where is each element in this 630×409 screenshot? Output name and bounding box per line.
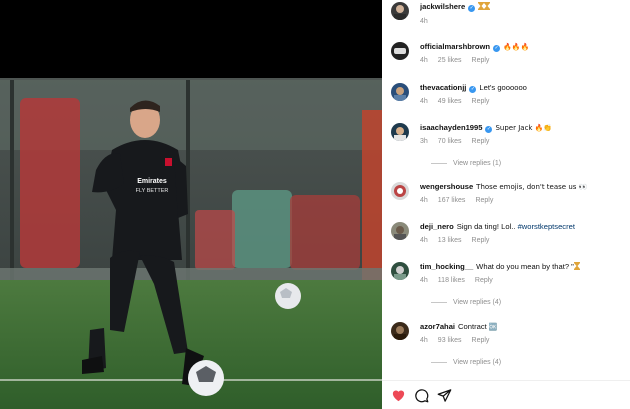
view-replies-label: View replies (4) bbox=[453, 359, 502, 366]
avatar[interactable] bbox=[391, 262, 409, 280]
comment: isaachayden1995 ✓ Super Jack 🔥👏 3h 70 likes… bbox=[391, 123, 623, 171]
comment-text: What do you mean by that? " bbox=[476, 262, 574, 271]
avatar[interactable] bbox=[391, 2, 409, 20]
comment: azor7ahai Contract 🆗 4h 93 likes Reply View… bbox=[391, 322, 623, 370]
view-replies-button[interactable]: View replies (4) bbox=[431, 299, 501, 306]
comment-time: 4h bbox=[420, 237, 428, 244]
comment-text: Super Jack 🔥👏 bbox=[495, 124, 553, 132]
avatar[interactable] bbox=[391, 123, 409, 141]
comments-panel: jackwilshere ✓ 4h officialmarshbrown ✓ 🔥🔥🔥 … bbox=[382, 0, 630, 409]
comment-text: Those emojis, don't tease us 👀 bbox=[476, 183, 588, 191]
comments-list[interactable]: jackwilshere ✓ 4h officialmarshbrown ✓ 🔥🔥🔥 … bbox=[382, 0, 630, 380]
comment-time: 4h bbox=[420, 98, 428, 105]
avatar[interactable] bbox=[391, 222, 409, 240]
svg-text:Emirates: Emirates bbox=[137, 178, 167, 185]
view-replies-label: View replies (1) bbox=[453, 160, 502, 167]
comment: wengershouse Those emojis, don't tease us… bbox=[391, 182, 623, 212]
reply-button[interactable]: Reply bbox=[475, 277, 493, 284]
comment-likes[interactable]: 49 likes bbox=[438, 98, 462, 105]
reply-button[interactable]: Reply bbox=[472, 57, 490, 64]
paper-plane-icon[interactable] bbox=[437, 388, 452, 403]
ok-badge-icon: 🆗 bbox=[488, 323, 498, 331]
avatar[interactable] bbox=[391, 83, 409, 101]
comment-time: 4h bbox=[420, 277, 428, 284]
verified-icon: ✓ bbox=[485, 126, 493, 133]
comment-username[interactable]: wengershouse bbox=[420, 182, 473, 191]
comment-username[interactable]: azor7ahai bbox=[420, 322, 455, 331]
post-caption: jackwilshere ✓ 4h bbox=[391, 2, 623, 30]
view-replies-button[interactable]: View replies (4) bbox=[431, 359, 501, 366]
comment-time: 4h bbox=[420, 57, 428, 64]
reply-button[interactable]: Reply bbox=[472, 237, 490, 244]
comment-time: 4h bbox=[420, 197, 428, 204]
avatar[interactable] bbox=[391, 42, 409, 60]
hourglass-icon bbox=[478, 2, 491, 11]
comment-likes[interactable]: 167 likes bbox=[438, 197, 466, 204]
comment: deji_nero Sign da ting! Lol.. #worstkepts… bbox=[391, 222, 623, 252]
comment-time: 4h bbox=[420, 337, 428, 344]
training-photo: Emirates FLY BETTER bbox=[0, 0, 382, 409]
comment: thevacationjj ✓ Let's goooooo 4h 49 likes Re… bbox=[391, 83, 623, 113]
comment-likes[interactable]: 70 likes bbox=[438, 138, 462, 145]
hourglass-icon bbox=[573, 262, 580, 271]
comment-text: Contract bbox=[458, 322, 489, 331]
comment-username[interactable]: officialmarshbrown bbox=[420, 42, 490, 51]
svg-text:FLY BETTER: FLY BETTER bbox=[136, 188, 169, 194]
caption-time: 4h bbox=[420, 18, 428, 25]
reply-button[interactable]: Reply bbox=[472, 138, 490, 145]
comment-likes[interactable]: 118 likes bbox=[438, 277, 465, 284]
hashtag-link[interactable]: #worstkeptsecret bbox=[518, 222, 575, 231]
action-bar bbox=[382, 380, 630, 409]
comment-text: Let's goooooo bbox=[479, 83, 527, 92]
avatar[interactable] bbox=[391, 322, 409, 340]
avatar[interactable] bbox=[391, 182, 409, 200]
verified-icon: ✓ bbox=[493, 45, 501, 52]
reply-button[interactable]: Reply bbox=[472, 337, 490, 344]
comment-time: 3h bbox=[420, 138, 428, 145]
comment-username[interactable]: deji_nero bbox=[420, 222, 454, 231]
comment-likes[interactable]: 13 likes bbox=[438, 237, 462, 244]
post-photo[interactable]: Emirates FLY BETTER bbox=[0, 0, 382, 409]
heart-icon[interactable] bbox=[391, 388, 406, 403]
verified-icon: ✓ bbox=[469, 86, 477, 93]
comment-username[interactable]: thevacationjj bbox=[420, 83, 466, 92]
comment-username[interactable]: isaachayden1995 bbox=[420, 123, 482, 132]
reply-button[interactable]: Reply bbox=[475, 197, 493, 204]
comment-username[interactable]: tim_hocking__ bbox=[420, 262, 473, 271]
verified-icon: ✓ bbox=[468, 5, 476, 12]
comment: officialmarshbrown ✓ 🔥🔥🔥 4h 25 likes Reply bbox=[391, 42, 623, 72]
reply-button[interactable]: Reply bbox=[472, 98, 490, 105]
view-replies-button[interactable]: View replies (1) bbox=[431, 160, 501, 167]
comment-likes[interactable]: 25 likes bbox=[438, 57, 462, 64]
comment: tim_hocking__ What do you mean by that? "… bbox=[391, 262, 623, 310]
comment-text: Sign da ting! Lol.. bbox=[456, 222, 518, 231]
comment-icon[interactable] bbox=[414, 388, 429, 403]
comment-text: 🔥🔥🔥 bbox=[503, 43, 530, 51]
view-replies-label: View replies (4) bbox=[453, 299, 502, 306]
caption-username[interactable]: jackwilshere bbox=[420, 2, 465, 11]
comment-likes[interactable]: 93 likes bbox=[438, 337, 462, 344]
